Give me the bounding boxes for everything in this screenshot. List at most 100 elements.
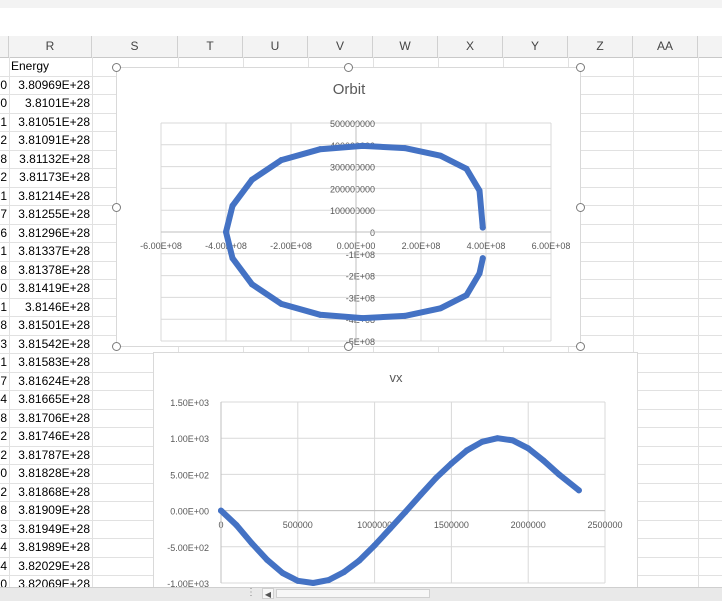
cell-clipped-column-q[interactable]: 0	[0, 76, 7, 95]
cell-clipped-column-q[interactable]: 1	[0, 187, 7, 206]
cell-energy-value[interactable]: 3.81419E+28	[8, 279, 92, 298]
cell-energy-value[interactable]: 3.81909E+28	[8, 501, 92, 520]
cell-clipped-column-q[interactable]: 2	[0, 446, 7, 465]
data-point	[386, 525, 393, 532]
cell-clipped-column-q[interactable]: 2	[0, 168, 7, 187]
cell-clipped-column-q[interactable]: 6	[0, 224, 7, 243]
resize-handle-left[interactable]	[112, 203, 121, 212]
cell-clipped-column-q[interactable]: 3	[0, 335, 7, 354]
cell-energy-value[interactable]: 3.81868E+28	[8, 483, 92, 502]
cell-clipped-column-q[interactable]: 1	[0, 353, 7, 372]
cell-energy-value[interactable]: 3.81665E+28	[8, 390, 92, 409]
cell-energy-value[interactable]: 3.81989E+28	[8, 538, 92, 557]
cell-clipped-column-q[interactable]: 4	[0, 390, 7, 409]
cell-energy-value[interactable]: 3.81828E+28	[8, 464, 92, 483]
cell-energy-value[interactable]: 3.81132E+28	[8, 150, 92, 169]
data-point	[463, 165, 470, 172]
cell-clipped-column-q[interactable]: 0	[0, 94, 7, 113]
cell-energy-value[interactable]: 3.81624E+28	[8, 372, 92, 391]
cell-energy-value[interactable]: 3.82029E+28	[8, 557, 92, 576]
cell-clipped-column-q[interactable]: 3	[0, 520, 7, 539]
column-header-S[interactable]: S	[92, 36, 178, 57]
cell-energy-header[interactable]: Energy	[8, 57, 92, 76]
resize-handle-top-left[interactable]	[112, 63, 121, 72]
column-header-AA[interactable]: AA	[633, 36, 698, 57]
scroll-left-button[interactable]: ◀	[262, 588, 274, 599]
cell-energy-value[interactable]: 3.81706E+28	[8, 409, 92, 428]
sheet-top-area	[0, 8, 722, 37]
x-tick-label: -6.00E+08	[140, 241, 182, 251]
y-tick-label: 500000000	[330, 119, 375, 129]
column-header-V[interactable]: V	[308, 36, 373, 57]
cell-clipped-column-q[interactable]: 8	[0, 409, 7, 428]
column-header-R[interactable]: R	[9, 36, 92, 57]
cell-clipped-column-q[interactable]: 8	[0, 501, 7, 520]
y-tick-label: 200000000	[330, 184, 375, 194]
cell-energy-value[interactable]: 3.81337E+28	[8, 242, 92, 261]
cell-clipped-column-q[interactable]: 2	[0, 427, 7, 446]
data-point	[317, 311, 324, 318]
cell-clipped-column-q[interactable]: 1	[0, 113, 7, 132]
resize-handle-right[interactable]	[576, 203, 585, 212]
cell-clipped-column-q[interactable]: 8	[0, 261, 7, 280]
cell-clipped-column-q[interactable]: 0	[0, 279, 7, 298]
orbit-chart[interactable]: Orbit 500000000 400000000 300000000 20000000…	[116, 67, 581, 347]
cell-energy-value[interactable]: 3.8146E+28	[8, 298, 92, 317]
cell-energy-value[interactable]: 3.81787E+28	[8, 446, 92, 465]
cell-clipped-column-q[interactable]: 7	[0, 205, 7, 224]
cell-energy-value[interactable]: 3.81255E+28	[8, 205, 92, 224]
cell-energy-value[interactable]: 3.81949E+28	[8, 520, 92, 539]
chart-title: vx	[390, 370, 404, 385]
cell-energy-value[interactable]: 3.81583E+28	[8, 353, 92, 372]
resize-handle-bottom-right[interactable]	[576, 342, 585, 351]
cell-energy-value[interactable]: 3.81746E+28	[8, 427, 92, 446]
cell-clipped-column-q[interactable]: 4	[0, 557, 7, 576]
column-header-W[interactable]: W	[373, 36, 438, 57]
cell-clipped-column-q[interactable]: 4	[0, 538, 7, 557]
cell-energy-value[interactable]: 3.81378E+28	[8, 261, 92, 280]
y-tick-label: 1.00E+03	[170, 434, 209, 444]
y-tick-label: -5.00E+02	[167, 543, 209, 553]
cell-energy-value[interactable]: 3.81296E+28	[8, 224, 92, 243]
cell-energy-value[interactable]: 3.81173E+28	[8, 168, 92, 187]
cell-energy-value[interactable]: 3.81214E+28	[8, 187, 92, 206]
cell-clipped-column-q[interactable]: 0	[0, 464, 7, 483]
cell-energy-value[interactable]: 3.81501E+28	[8, 316, 92, 335]
cell-clipped-column-q[interactable]: 8	[0, 316, 7, 335]
column-header-Y[interactable]: Y	[503, 36, 568, 57]
cell-clipped-column-q[interactable]: 8	[0, 150, 7, 169]
data-point	[359, 315, 366, 322]
cell-energy-value[interactable]: 3.81091E+28	[8, 131, 92, 150]
cell-energy-value[interactable]: 3.81542E+28	[8, 335, 92, 354]
tab-split-handle[interactable]: ⋮	[246, 587, 256, 599]
cell-clipped-column-q[interactable]: 2	[0, 131, 7, 150]
data-point	[279, 569, 286, 576]
cell-clipped-column-q[interactable]: 2	[0, 483, 7, 502]
resize-handle-bottom[interactable]	[344, 342, 353, 351]
resize-handle-top-right[interactable]	[576, 63, 585, 72]
y-tick-label: 1.50E+03	[170, 398, 209, 408]
column-header-X[interactable]: X	[438, 36, 503, 57]
x-tick-label: 2000000	[511, 520, 546, 530]
horizontal-scrollbar-thumb[interactable]	[276, 589, 430, 598]
cell-clipped-column-q[interactable]: 1	[0, 298, 7, 317]
data-point	[479, 224, 486, 231]
resize-handle-bottom-left[interactable]	[112, 342, 121, 351]
column-header-U[interactable]: U	[243, 36, 308, 57]
cell-energy-value[interactable]: 3.8101E+28	[8, 94, 92, 113]
vx-chart[interactable]: vx 1.50E+03 1.00E+03 5.00E+02 0.00E+00 -5.00E…	[153, 352, 638, 592]
column-header-Q[interactable]	[0, 36, 9, 57]
cell-clipped-column-q[interactable]: 0	[0, 575, 7, 587]
cell-energy-value[interactable]: 3.82069E+28	[8, 575, 92, 587]
data-point	[476, 270, 483, 277]
cell-energy-value[interactable]: 3.80969E+28	[8, 76, 92, 95]
resize-handle-top[interactable]	[344, 63, 353, 72]
column-header-Z[interactable]: Z	[568, 36, 633, 57]
x-tick-label: 6.00E+08	[532, 241, 571, 251]
cell-clipped-column-q[interactable]: 7	[0, 372, 7, 391]
data-point	[463, 447, 470, 454]
x-tick-label: -2.00E+08	[270, 241, 312, 251]
cell-clipped-column-q[interactable]: 1	[0, 242, 7, 261]
column-header-T[interactable]: T	[178, 36, 243, 57]
cell-energy-value[interactable]: 3.81051E+28	[8, 113, 92, 132]
